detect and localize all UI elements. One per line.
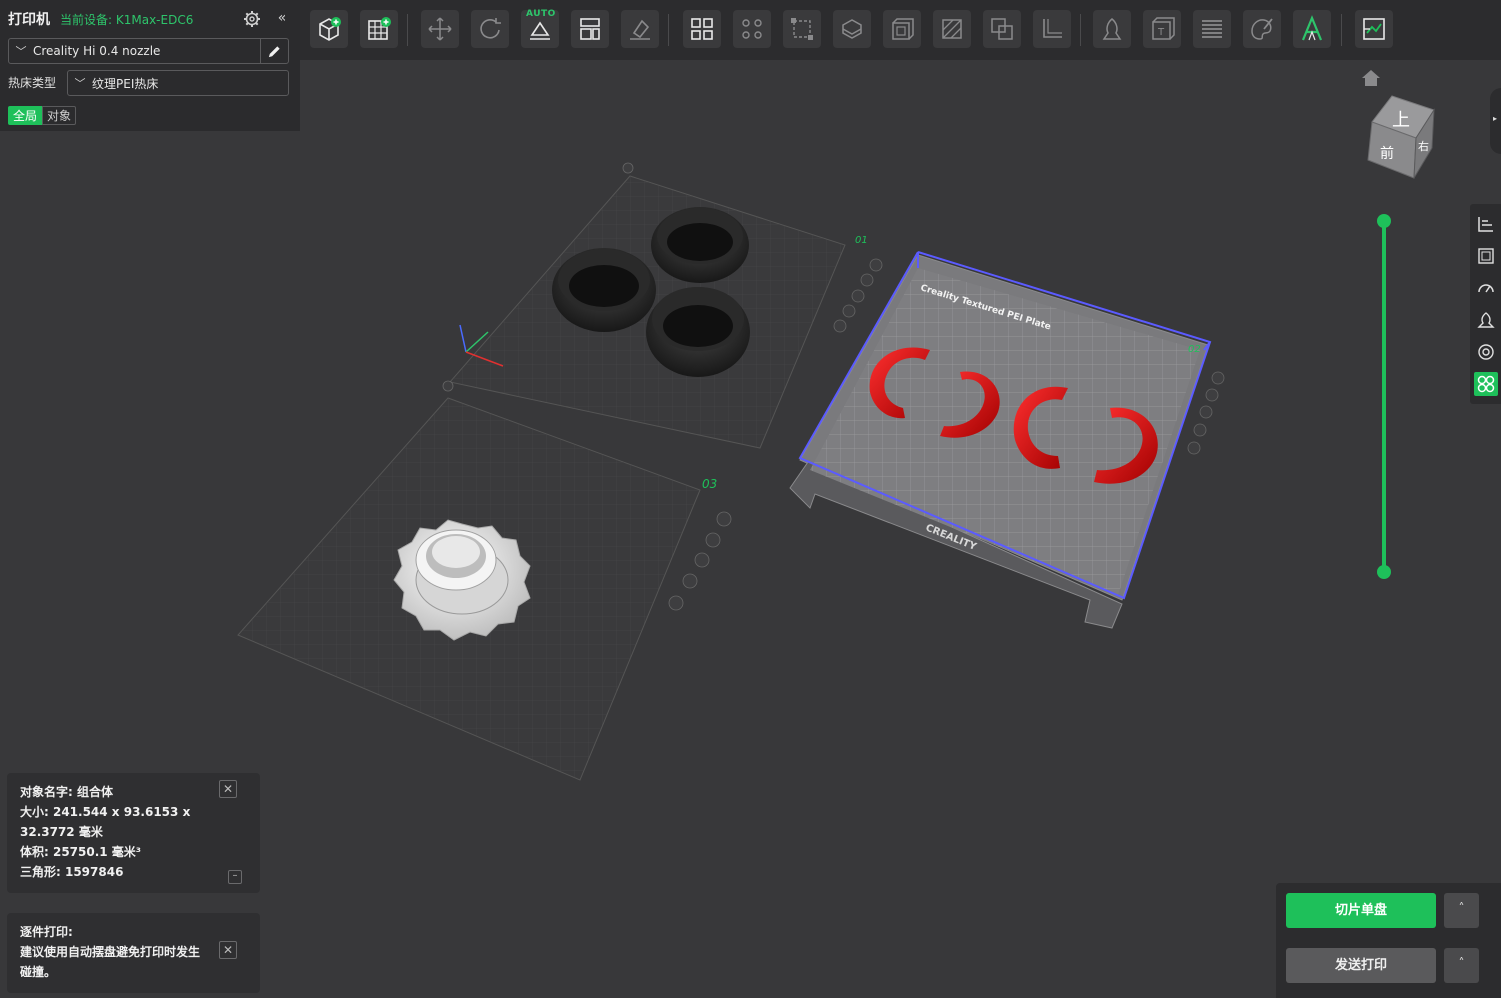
toolbar-separator [407, 14, 408, 46]
emboss-icon: T [1152, 17, 1175, 40]
support-paint-icon [942, 19, 962, 39]
split-objects-icon [691, 18, 713, 40]
layer-slider-top-handle[interactable] [1377, 214, 1391, 228]
slice-actions: 切片单盘 ˄ 发送打印 ˄ [1276, 883, 1501, 998]
split-parts-button[interactable] [733, 10, 771, 48]
plate-02-number: 02 [1188, 344, 1201, 355]
plate-01-number: 01 [855, 235, 868, 246]
plate-01-tools[interactable] [833, 258, 883, 333]
add-plate-button[interactable] [360, 10, 398, 48]
support-icon[interactable] [1474, 308, 1498, 332]
color-paint-button[interactable] [1243, 10, 1281, 48]
side-toolbar [1470, 204, 1501, 404]
split-parts-icon [742, 19, 762, 39]
object-info-panel: 对象名字: 组合体 大小: 241.544 x 93.6153 x 32.377… [7, 773, 260, 893]
view-cube-top: 上 [1392, 110, 1410, 131]
view-cube-right: 右 [1418, 139, 1429, 153]
layer-slider-bottom-handle[interactable] [1377, 565, 1391, 579]
object-volume: 体积: 25750.1 毫米³ [20, 845, 142, 859]
align-icon[interactable] [1474, 212, 1498, 236]
split-objects-button[interactable] [683, 10, 721, 48]
toolbar-separator [1080, 14, 1081, 46]
support-paint-button[interactable] [933, 10, 971, 48]
plate-03-number: 03 [702, 477, 717, 491]
grid-plate-icon [368, 17, 391, 40]
nozzle-value: Creality Hi 0.4 nozzle [33, 44, 161, 58]
object-size-line1: 大小: 241.544 x 93.6153 x [20, 805, 191, 819]
scale-button[interactable] [783, 10, 821, 48]
close-info-button[interactable]: ✕ [219, 780, 237, 798]
hollow-button[interactable] [883, 10, 921, 48]
color-paint-icon [1251, 18, 1273, 40]
toolbar-separator [1341, 14, 1342, 46]
plate-02[interactable]: Creality Textured PEI Plate CREALITY 02 [789, 251, 1225, 629]
send-options-button[interactable]: ˄ [1444, 948, 1479, 983]
slice-options-button[interactable]: ˄ [1444, 893, 1479, 928]
scale-icon [791, 18, 813, 40]
current-device-label[interactable]: 当前设备: K1Max-EDC6 [60, 11, 193, 28]
assemble-button[interactable] [1355, 10, 1393, 48]
hollow-icon [892, 18, 914, 40]
add-cube-icon [319, 17, 341, 41]
speed-icon[interactable] [1474, 276, 1498, 300]
emboss-button[interactable]: T [1143, 10, 1181, 48]
seam-paint-icon [1102, 18, 1122, 40]
layers-icon [1202, 20, 1222, 38]
multi-color-icon[interactable] [1474, 372, 1498, 396]
plate-03[interactable]: 03 [237, 397, 732, 781]
minimize-info-button[interactable]: – [228, 870, 242, 884]
text-icon [1301, 15, 1323, 41]
view-cube[interactable]: 上 前 右 [1362, 94, 1438, 180]
svg-text:T: T [1157, 27, 1165, 38]
cut-button[interactable] [833, 10, 871, 48]
layers-button[interactable] [1193, 10, 1231, 48]
layer-slider-track[interactable] [1382, 221, 1386, 573]
assemble-icon [1363, 18, 1385, 40]
lay-flat-button[interactable] [621, 10, 659, 48]
arrange-button[interactable] [571, 10, 609, 48]
auto-orient-button[interactable]: AUTO [521, 9, 559, 48]
move-button[interactable] [421, 10, 459, 48]
boolean-button[interactable] [983, 10, 1021, 48]
measure-icon [1043, 19, 1062, 38]
printer-title: 打印机 [8, 12, 50, 28]
pencil-icon [268, 45, 280, 57]
boolean-icon [991, 18, 1013, 40]
rotate-icon [480, 18, 501, 39]
collapse-panel-button[interactable]: « [274, 9, 290, 27]
sequential-print-notice: 逐件打印: 建议使用自动摆盘避免打印时发生 碰撞。 ✕ [7, 913, 260, 993]
seam-paint-button[interactable] [1093, 10, 1131, 48]
rotate-button[interactable] [471, 10, 509, 48]
notice-line1: 建议使用自动摆盘避免打印时发生 [20, 945, 201, 959]
auto-tag: AUTO [526, 9, 556, 19]
text-button[interactable] [1293, 10, 1331, 48]
cooling-icon[interactable] [1474, 340, 1498, 364]
lay-flat-icon [630, 19, 650, 40]
expand-right-panel-tab[interactable]: ▸ [1490, 88, 1501, 154]
arrange-icon [580, 18, 600, 40]
notice-line2: 碰撞。 [20, 965, 57, 979]
add-object-button[interactable] [310, 10, 348, 48]
printer-settings-gear-icon[interactable] [243, 10, 261, 28]
object-size-line2: 32.3772 毫米 [20, 825, 103, 839]
close-notice-button[interactable]: ✕ [219, 941, 237, 959]
plate-01[interactable]: 01 [449, 175, 883, 449]
home-view-icon[interactable] [1360, 68, 1382, 88]
object-name: 对象名字: 组合体 [20, 785, 113, 799]
object-triangles: 三角形: 1597846 [20, 865, 124, 879]
plate-icon[interactable] [1474, 244, 1498, 268]
toolbar-separator [668, 14, 669, 46]
move-icon [428, 17, 452, 41]
slice-plate-button[interactable]: 切片单盘 [1286, 893, 1436, 928]
notice-title: 逐件打印: [20, 925, 73, 939]
send-print-button[interactable]: 发送打印 [1286, 948, 1436, 983]
cut-icon [842, 19, 862, 39]
chevron-down-icon: ﹀ [15, 45, 27, 58]
auto-orient-icon [530, 21, 550, 40]
view-cube-front: 前 [1380, 145, 1394, 162]
measure-button[interactable] [1033, 10, 1071, 48]
